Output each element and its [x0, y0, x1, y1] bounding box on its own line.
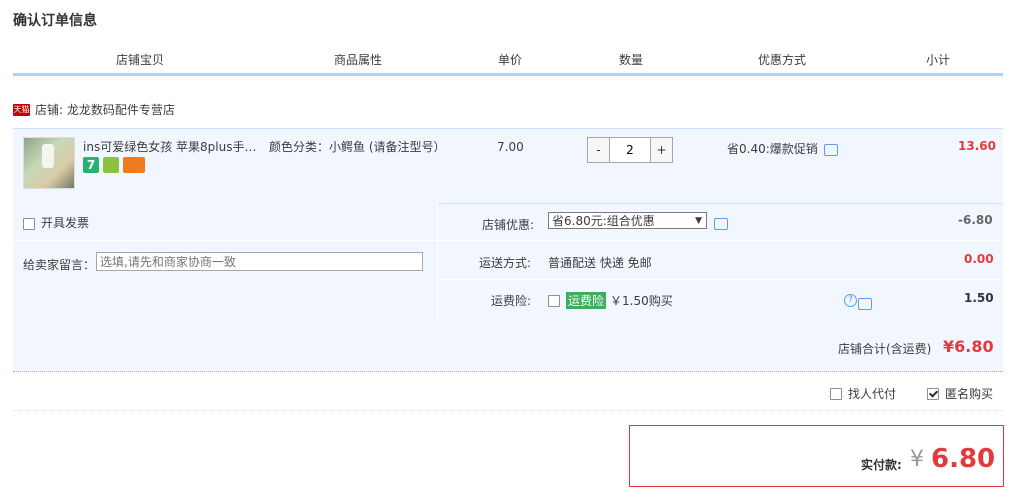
anonymous-option[interactable]: 匿名购买 — [927, 385, 993, 402]
col-header-attr: 商品属性 — [333, 53, 382, 67]
insurance-price-text: ￥1.50购买 — [610, 294, 673, 308]
shop-total-label: 店铺合计(含运费) — [838, 342, 932, 356]
invoice-label: 开具发票 — [41, 216, 90, 230]
shop-discount-amount: -6.80 — [958, 213, 993, 227]
divider — [438, 240, 1003, 241]
promo-text: 省0.40:爆款促销 — [727, 142, 818, 156]
insurance-amount: 1.50 — [964, 291, 994, 305]
pay-by-friend-option[interactable]: 找人代付 — [830, 385, 896, 402]
anonymous-checkbox[interactable] — [927, 387, 939, 400]
insurance-option[interactable]: 运费险 ￥1.50购买 — [548, 292, 673, 309]
product-name[interactable]: ins可爱绿色女孩 苹果8plus手机壳iPhone7/6s — [83, 138, 263, 155]
col-header-promo: 优惠方式 — [757, 53, 806, 67]
message-label: 给卖家留言： — [23, 258, 96, 272]
shop-label[interactable]: 店铺: 龙龙数码配件专营店 — [35, 101, 175, 118]
chat-icon[interactable] — [823, 143, 838, 156]
table-header: 店铺宝贝 商品属性 单价 数量 优惠方式 小计 — [13, 49, 1003, 76]
shop-discount-value-text: 省6.80元:组合优惠 — [552, 214, 655, 228]
divider — [438, 279, 1003, 280]
unit-price: 7.00 — [497, 140, 524, 154]
shop-name: 天猫 店铺: 龙龙数码配件专营店 — [13, 101, 175, 118]
col-header-price: 单价 — [497, 53, 522, 67]
credit-card-icon — [123, 157, 145, 173]
shop-total-value: ¥6.80 — [943, 337, 994, 356]
col-header-item: 店铺宝贝 — [115, 53, 164, 67]
anonymous-label: 匿名购买 — [945, 387, 994, 401]
actual-pay-value: 6.80 — [931, 444, 996, 474]
tmall-icon: 天猫 — [13, 103, 30, 116]
product-thumbnail[interactable] — [23, 137, 75, 189]
currency-symbol: ¥ — [910, 447, 924, 472]
col-header-subtotal: 小计 — [925, 53, 950, 67]
divider — [13, 240, 437, 241]
shipping-label: 运送方式: — [478, 256, 531, 270]
actual-pay-label: 实付款: — [861, 458, 902, 472]
shop-discount-label: 店铺优惠: — [481, 218, 534, 232]
help-icon[interactable]: ? — [844, 294, 857, 307]
pay-by-friend-checkbox[interactable] — [830, 387, 842, 400]
shop-discount-select[interactable]: 省6.80元:组合优惠 ▼ — [548, 212, 707, 229]
shipping-method: 普通配送 快递 免邮 — [548, 256, 652, 270]
guarantee-icon — [103, 157, 119, 173]
qty-minus-button[interactable]: - — [588, 138, 609, 162]
chat-icon[interactable] — [714, 217, 728, 230]
qty-plus-button[interactable]: + — [651, 138, 672, 162]
chat-icon[interactable] — [857, 297, 872, 310]
invoice-option[interactable]: 开具发票 — [23, 214, 89, 231]
product-attribute: 颜色分类：小鳄鱼 (请备注型号） — [269, 140, 446, 154]
pay-by-friend-label: 找人代付 — [848, 387, 897, 401]
item-subtotal: 13.60 — [958, 139, 996, 153]
insurance-badge: 运费险 — [566, 292, 607, 309]
product-badges: 7 — [83, 157, 145, 173]
seller-message-input[interactable] — [96, 252, 423, 271]
col-header-qty: 数量 — [618, 53, 643, 67]
seven-day-return-icon: 7 — [83, 157, 99, 173]
divider — [13, 410, 1003, 411]
invoice-checkbox[interactable] — [23, 217, 35, 230]
chevron-down-icon: ▼ — [695, 216, 702, 226]
quantity-stepper[interactable]: - + — [587, 137, 673, 163]
promo-method: 省0.40:爆款促销 — [727, 140, 838, 157]
page-title: 确认订单信息 — [13, 13, 97, 29]
shipping-fee: 0.00 — [964, 252, 994, 266]
insurance-label: 运费险: — [490, 294, 531, 308]
qty-input[interactable] — [609, 138, 651, 162]
insurance-checkbox[interactable] — [548, 294, 560, 307]
